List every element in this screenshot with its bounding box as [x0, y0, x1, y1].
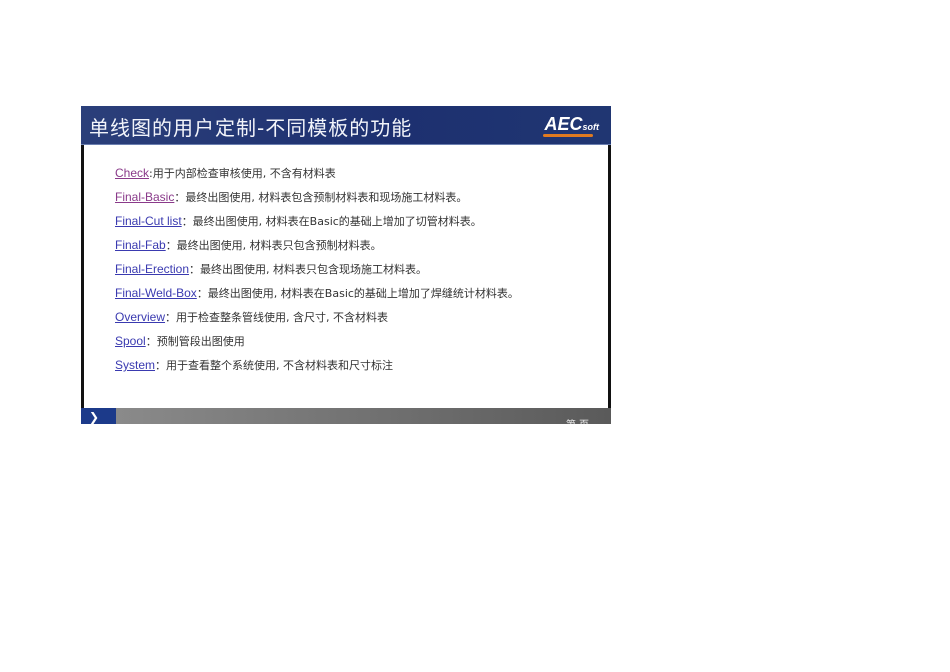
- item-desc: ：预制管段出图使用: [145, 335, 245, 348]
- link-system[interactable]: System: [115, 358, 155, 372]
- link-overview[interactable]: Overview: [115, 310, 165, 324]
- footer-bar: 第 页: [116, 408, 611, 424]
- list-item: Check:用于内部检查审核使用, 不含有材料表: [115, 165, 336, 181]
- list-item: Final-Cut list：最终出图使用, 材料表在Basic的基础上增加了切…: [115, 213, 482, 229]
- page-number: 第 页: [566, 416, 589, 424]
- link-final-weld-box[interactable]: Final-Weld-Box: [115, 286, 197, 300]
- link-spool[interactable]: Spool: [115, 334, 146, 348]
- link-final-erection[interactable]: Final-Erection: [115, 262, 189, 276]
- list-item: Spool：预制管段出图使用: [115, 333, 245, 349]
- list-item: System：用于查看整个系统使用, 不含材料表和尺寸标注: [115, 357, 393, 373]
- item-desc: ：最终出图使用, 材料表在Basic的基础上增加了焊缝统计材料表。: [196, 287, 519, 300]
- slide-title: 单线图的用户定制-不同模板的功能: [89, 116, 413, 140]
- link-final-basic[interactable]: Final-Basic: [115, 190, 174, 204]
- item-desc: ：用于检查整条管线使用, 含尺寸, 不含材料表: [165, 311, 389, 324]
- item-desc: ：最终出图使用, 材料表包含预制材料表和现场施工材料表。: [174, 191, 468, 204]
- list-item: Final-Weld-Box：最终出图使用, 材料表在Basic的基础上增加了焊…: [115, 285, 519, 301]
- list-item: Final-Fab：最终出图使用, 材料表只包含预制材料表。: [115, 237, 382, 253]
- list-item: Final-Erection：最终出图使用, 材料表只包含现场施工材料表。: [115, 261, 427, 277]
- slide-content: Check:用于内部检查审核使用, 不含有材料表 Final-Basic：最终出…: [84, 145, 608, 408]
- logo-swoosh: [543, 134, 593, 137]
- chevron-right-icon: ❯: [89, 410, 100, 424]
- list-item: Overview：用于检查整条管线使用, 含尺寸, 不含材料表: [115, 309, 388, 325]
- title-bar: 单线图的用户定制-不同模板的功能 AECsoft: [81, 106, 611, 145]
- item-desc: ：最终出图使用, 材料表只包含现场施工材料表。: [189, 263, 428, 276]
- link-final-cut-list[interactable]: Final-Cut list: [115, 214, 182, 228]
- link-check[interactable]: Check: [115, 166, 149, 180]
- slide-footer: ❯ 第 页: [81, 408, 611, 424]
- next-slide-button[interactable]: ❯: [81, 408, 116, 424]
- item-desc: :用于内部检查审核使用, 不含有材料表: [149, 167, 336, 180]
- aecsoft-logo: AECsoft: [544, 114, 599, 134]
- item-desc: ：最终出图使用, 材料表在Basic的基础上增加了切管材料表。: [181, 215, 482, 228]
- list-item: Final-Basic：最终出图使用, 材料表包含预制材料表和现场施工材料表。: [115, 189, 467, 205]
- item-desc: ：用于查看整个系统使用, 不含材料表和尺寸标注: [155, 359, 394, 372]
- item-desc: ：最终出图使用, 材料表只包含预制材料表。: [165, 239, 382, 252]
- link-final-fab[interactable]: Final-Fab: [115, 238, 166, 252]
- slide: 单线图的用户定制-不同模板的功能 AECsoft Check:用于内部检查审核使…: [81, 106, 611, 424]
